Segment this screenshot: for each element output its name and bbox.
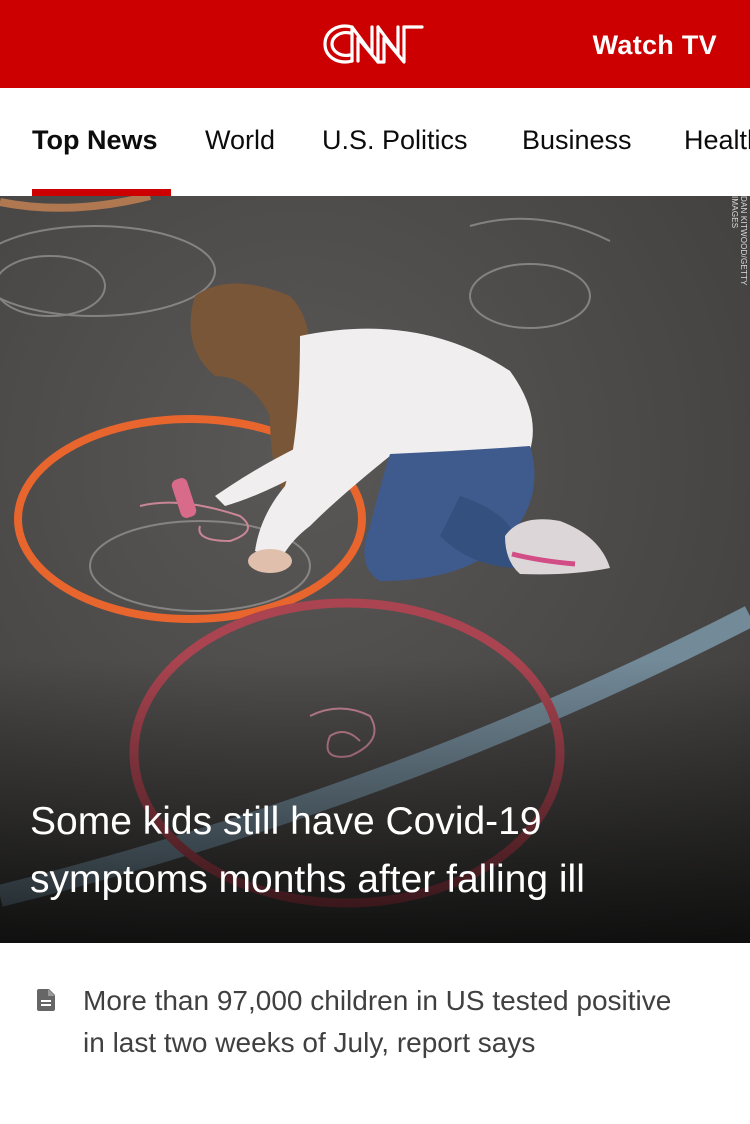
related-story[interactable]: More than 97,000 children in US tested p…: [0, 943, 750, 1124]
tab-us-politics[interactable]: U.S. Politics: [322, 125, 468, 156]
tab-health[interactable]: Health: [684, 125, 750, 156]
top-bar: Watch TV: [0, 0, 750, 88]
hero-headline[interactable]: Some kids still have Covid-19 symptoms m…: [30, 793, 720, 909]
tab-world[interactable]: World: [205, 125, 275, 156]
tab-top-news[interactable]: Top News: [32, 125, 158, 156]
document-icon: [37, 989, 55, 1011]
active-tab-indicator: [32, 189, 171, 196]
section-nav: Top News World U.S. Politics Business He…: [0, 88, 750, 196]
cnn-logo[interactable]: [322, 18, 426, 70]
tab-business[interactable]: Business: [522, 125, 632, 156]
hero-story[interactable]: DAN KITWOOD/GETTY IMAGES Some kids still…: [0, 196, 750, 943]
watch-tv-button[interactable]: Watch TV: [593, 30, 717, 61]
related-story-headline[interactable]: More than 97,000 children in US tested p…: [83, 980, 693, 1064]
photo-credit: DAN KITWOOD/GETTY IMAGES: [730, 196, 748, 286]
